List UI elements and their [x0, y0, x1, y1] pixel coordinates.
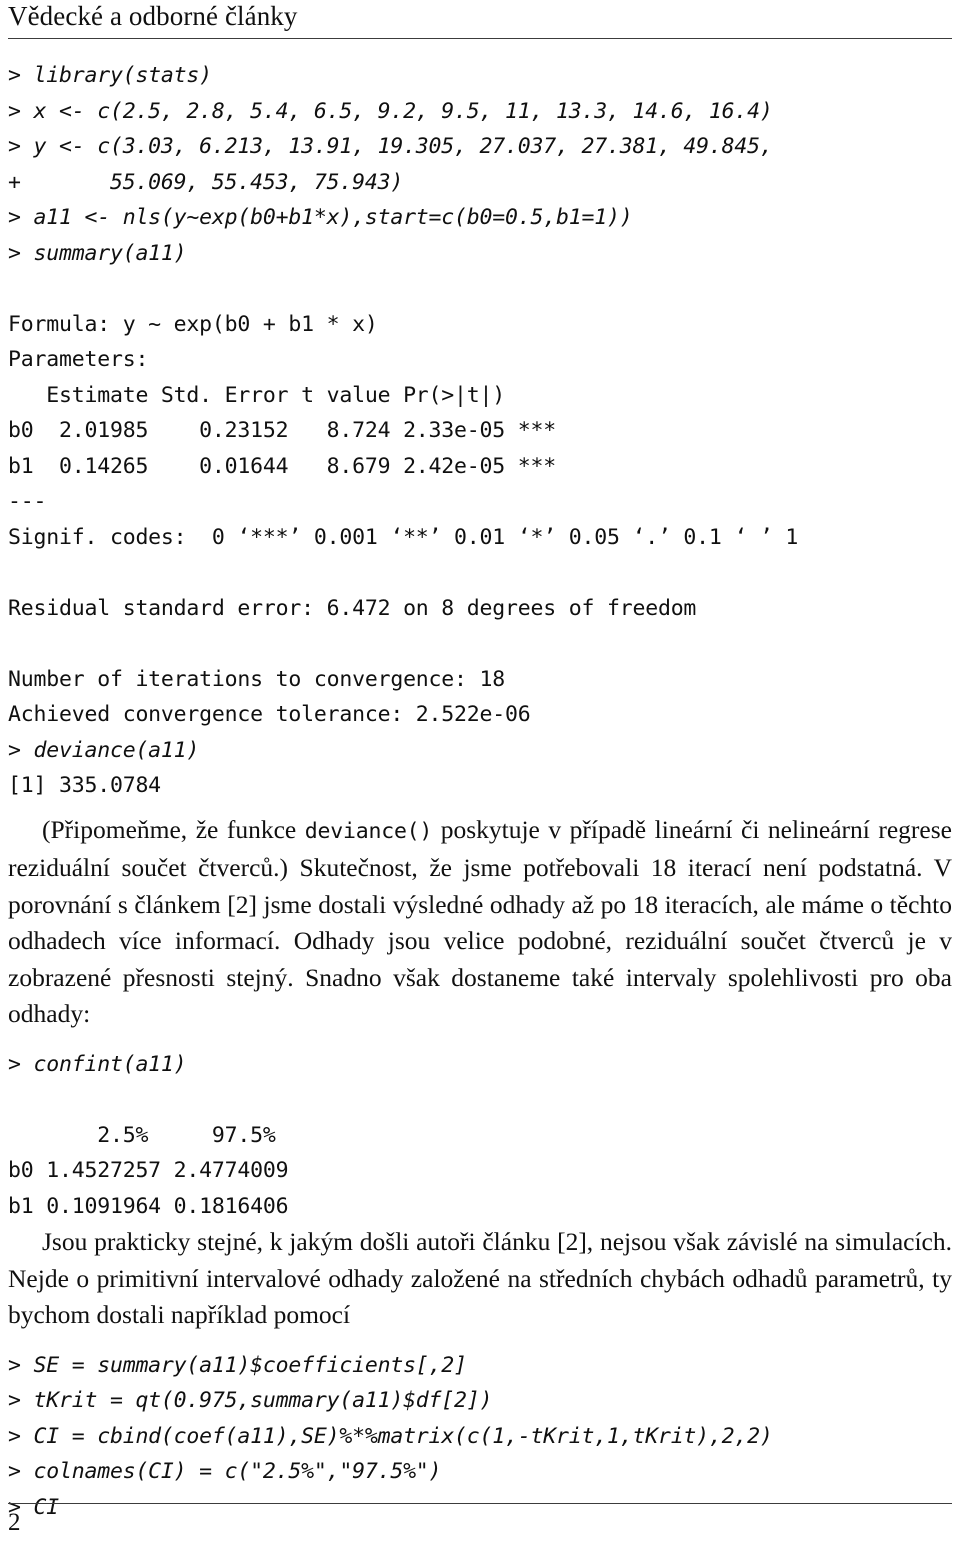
code-line: Residual standard error: 6.472 on 8 degr…: [8, 595, 697, 621]
code-line: > summary(a11): [8, 240, 187, 266]
page-header: Vědecké a odborné články: [8, 0, 952, 37]
code-line: > deviance(a11): [8, 737, 200, 763]
code-line: [1] 335.0784: [8, 773, 161, 798]
code-line: Parameters:: [8, 347, 149, 372]
code-line: > x <- c(2.5, 2.8, 5.4, 6.5, 9.2, 9.5, 1…: [8, 98, 773, 124]
paragraph-text-part-2: poskytuje v případě lineární či nelineár…: [8, 814, 952, 1029]
page-number: 2: [8, 1509, 21, 1536]
code-line: > CI = cbind(coef(a11),SE)%*%matrix(c(1,…: [8, 1423, 773, 1449]
inline-code-deviance: deviance(): [304, 818, 433, 844]
code-line: Estimate Std. Error t value Pr(>|t|): [8, 382, 506, 408]
code-line: > SE = summary(a11)$coefficients[,2]: [8, 1352, 467, 1378]
code-line: 2.5% 97.5%: [8, 1122, 276, 1148]
code-line: > confint(a11): [8, 1051, 187, 1077]
code-line: > tKrit = qt(0.975,summary(a11)$df[2]): [8, 1388, 493, 1413]
code-line: ---: [8, 489, 47, 514]
code-block-r-console-summary: > library(stats) > x <- c(2.5, 2.8, 5.4, …: [8, 58, 952, 804]
document-page: Vědecké a odborné články > library(stats…: [0, 0, 960, 1544]
page-title: Vědecké a odborné články: [8, 1, 298, 31]
code-line: b1 0.14265 0.01644 8.679 2.42e-05 ***: [8, 453, 556, 479]
code-line: b0 1.4527257 2.4774009: [8, 1158, 289, 1183]
code-line: > library(stats): [8, 63, 212, 88]
code-line: > y <- c(3.03, 6.213, 13.91, 19.305, 27.…: [8, 134, 773, 159]
code-line: > a11 <- nls(y~exp(b0+b1*x),start=c(b0=0…: [8, 205, 633, 230]
code-line: + 55.069, 55.453, 75.943): [8, 169, 404, 195]
code-line: Formula: y ~ exp(b0 + b1 * x): [8, 311, 378, 337]
code-block-r-console-manual-ci: > SE = summary(a11)$coefficients[,2] > tK…: [8, 1348, 952, 1526]
code-line: Number of iterations to convergence: 18: [8, 666, 506, 692]
code-line: Achieved convergence tolerance: 2.522e-0…: [8, 702, 531, 727]
page-footer: 2: [8, 1503, 952, 1538]
code-line: b1 0.1091964 0.1816406: [8, 1193, 289, 1219]
paragraph-text-part-1: (Připomeňme, že funkce: [42, 814, 305, 844]
code-line: Signif. codes: 0 ‘***’ 0.001 ‘**’ 0.01 ‘…: [8, 524, 799, 550]
code-line: b0 2.01985 0.23152 8.724 2.33e-05 ***: [8, 418, 556, 443]
footer-divider: [8, 1503, 952, 1504]
code-line: > colnames(CI) = c("2.5%","97.5%"): [8, 1459, 442, 1484]
code-block-r-console-confint: > confint(a11) 2.5% 97.5% b0 1.4527257 2.…: [8, 1047, 952, 1225]
paragraph-confint-note: Jsou prakticky stejné, k jakým došli aut…: [8, 1227, 952, 1329]
paragraph-deviance-note: (Připomeňme, že funkce deviance() poskyt…: [8, 812, 952, 1033]
page-content: > library(stats) > x <- c(2.5, 2.8, 5.4, …: [8, 39, 952, 1525]
